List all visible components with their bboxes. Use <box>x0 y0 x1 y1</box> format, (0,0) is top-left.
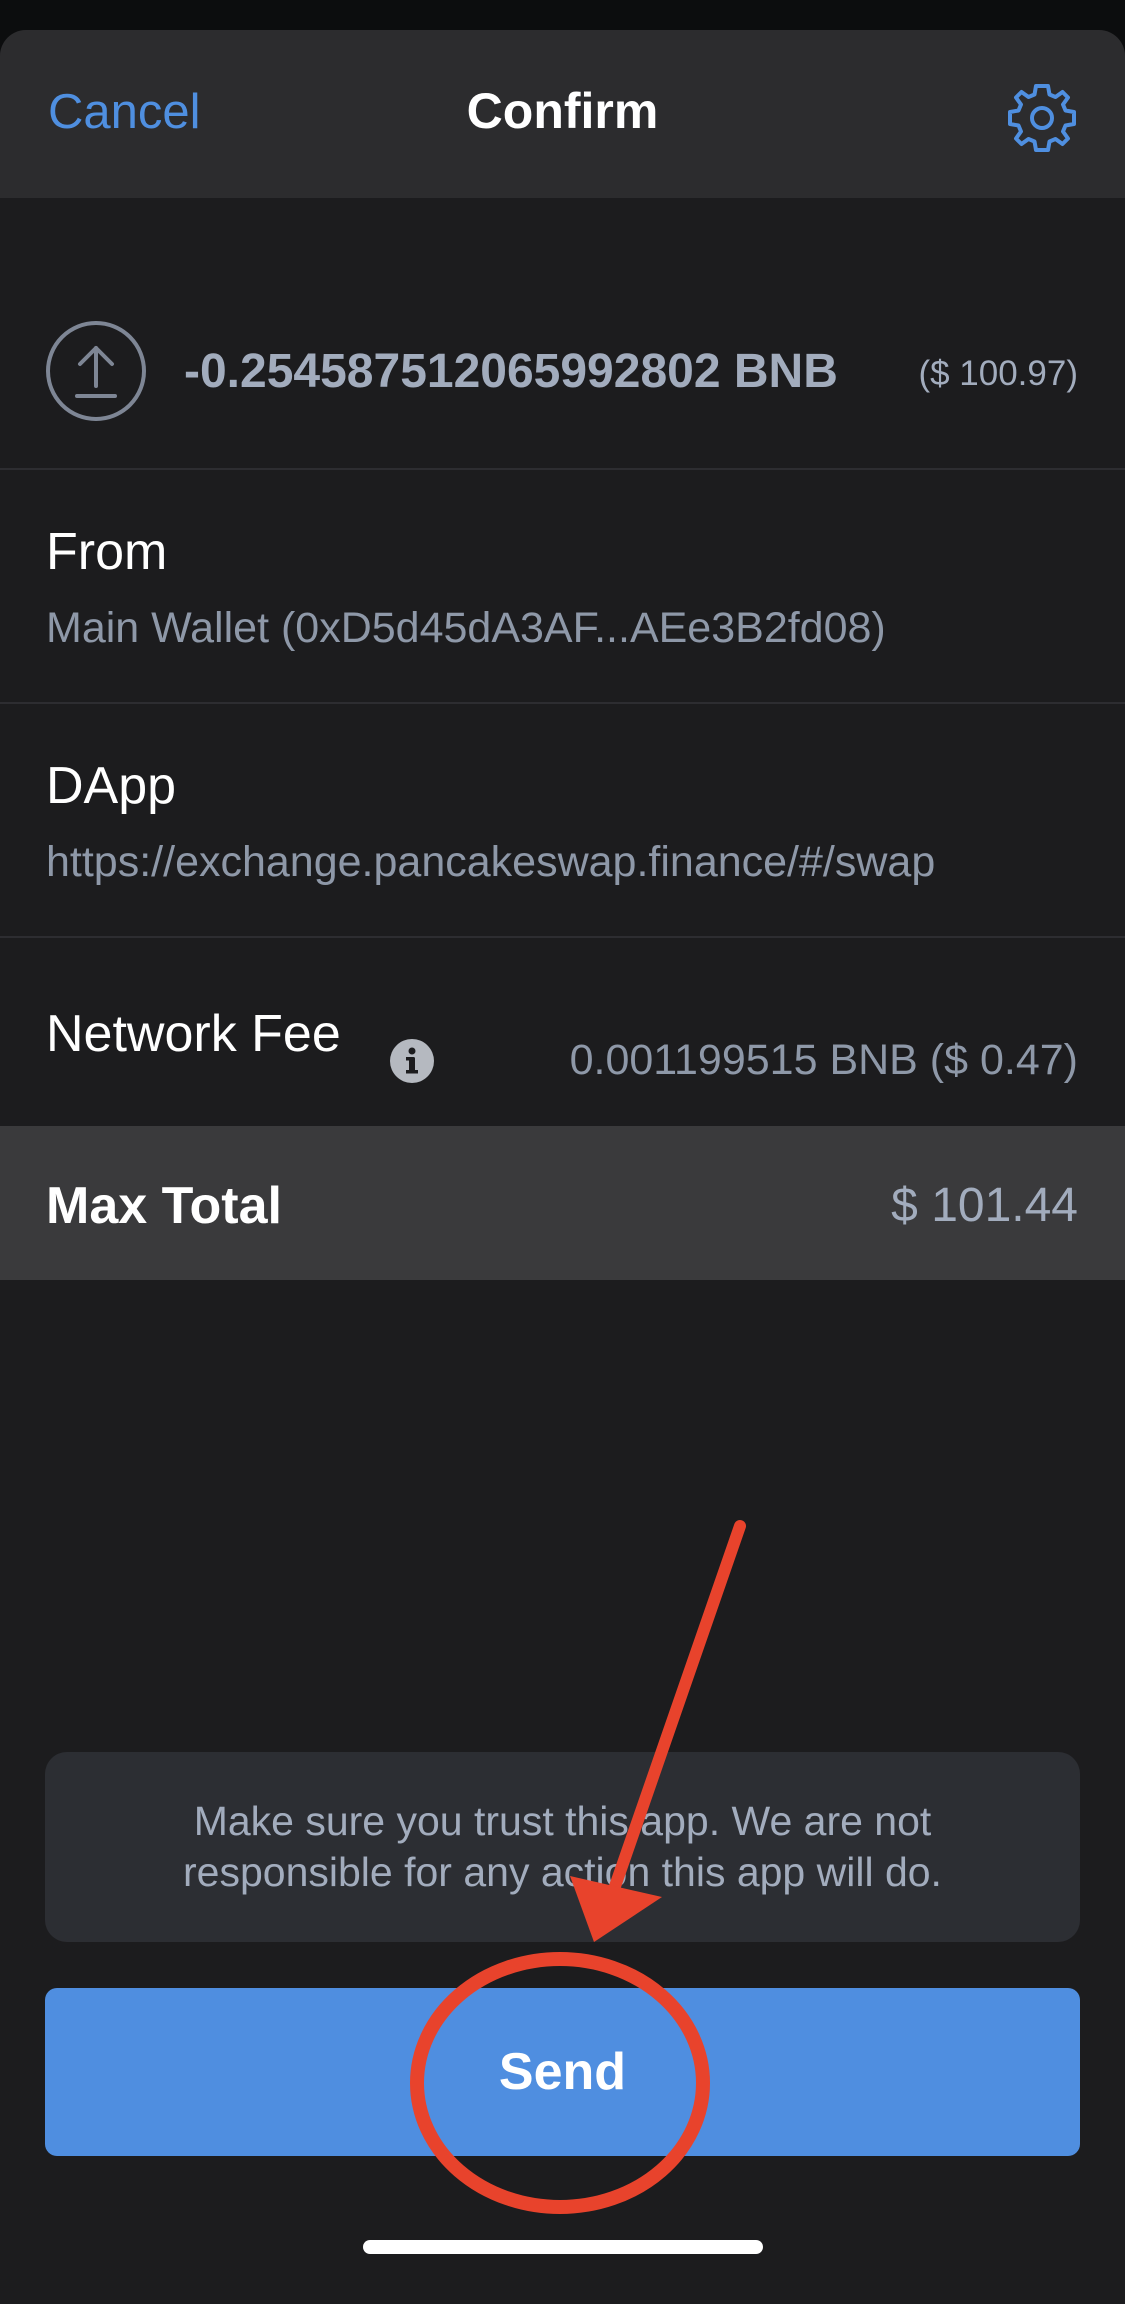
page-title: Confirm <box>466 83 659 139</box>
amount-value: -0.254587512065992802 BNB <box>184 345 838 398</box>
warning-text: Make sure you trust this app. We are not… <box>183 1798 942 1895</box>
gear-icon[interactable] <box>1004 80 1080 156</box>
max-total-label: Max Total <box>46 1177 282 1235</box>
home-indicator <box>363 2240 763 2254</box>
confirm-screen: Cancel Confirm -0.254587512065992802 BNB <box>0 0 1125 2304</box>
status-bar-area <box>0 0 1125 30</box>
nav-bar: Cancel Confirm <box>0 30 1125 198</box>
max-total-value: $ 101.44 <box>891 1179 1078 1232</box>
divider <box>0 468 1125 470</box>
max-total-row: Max Total $ 101.44 <box>0 1126 1125 1280</box>
dapp-url-value: https://exchange.pancakeswap.finance/#/s… <box>46 838 936 886</box>
divider <box>0 702 1125 704</box>
confirm-sheet: Cancel Confirm -0.254587512065992802 BNB <box>0 30 1125 2304</box>
network-fee-label: Network Fee <box>46 1005 341 1063</box>
amount-row: -0.254587512065992802 BNB ($ 100.97) <box>0 198 1125 468</box>
info-icon[interactable] <box>390 1039 434 1083</box>
trust-warning: Make sure you trust this app. We are not… <box>45 1752 1080 1942</box>
from-label: From <box>46 523 168 581</box>
dapp-label: DApp <box>46 757 177 815</box>
from-wallet-value: Main Wallet (0xD5d45dA3AF...AEe3B2fd08) <box>46 604 886 652</box>
send-button[interactable]: Send <box>45 1988 1080 2156</box>
network-fee-value: 0.001199515 BNB ($ 0.47) <box>569 1036 1078 1084</box>
upload-icon <box>45 320 147 422</box>
amount-usd-value: ($ 100.97) <box>918 354 1078 393</box>
divider <box>0 936 1125 938</box>
